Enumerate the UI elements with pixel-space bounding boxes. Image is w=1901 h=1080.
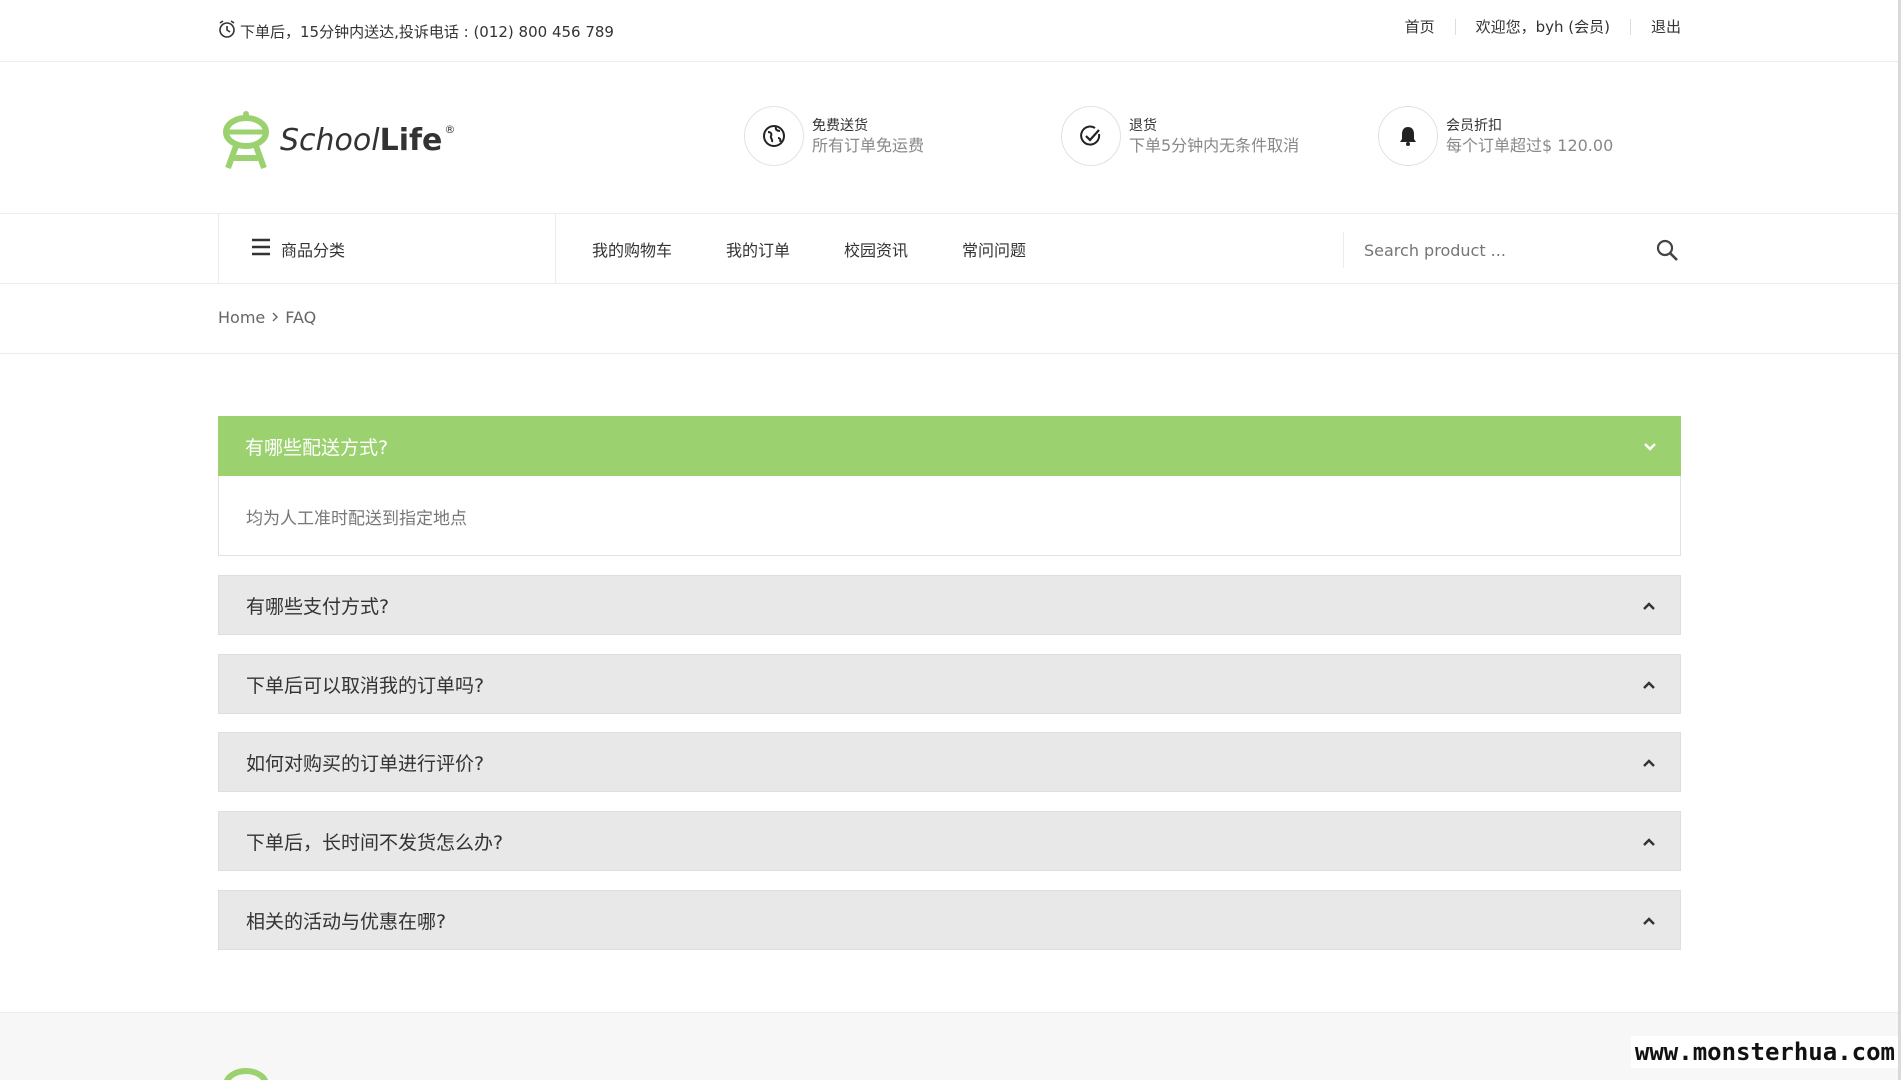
watermark: www.monsterhua.com xyxy=(1630,1036,1899,1068)
faq-question: 有哪些配送方式? xyxy=(245,436,389,459)
nav-links: 我的购物车 我的订单 校园资讯 常问问题 xyxy=(592,214,1080,284)
footer-logo-icon xyxy=(218,1065,274,1080)
chevron-up-icon xyxy=(1642,594,1656,616)
chevron-up-icon xyxy=(1642,830,1656,852)
faq-question: 相关的活动与优惠在哪? xyxy=(246,910,447,933)
faq-question-header[interactable]: 下单后，长时间不发货怎么办? xyxy=(218,811,1681,871)
chevron-up-icon xyxy=(1642,751,1656,773)
faq-item: 相关的活动与优惠在哪? xyxy=(218,890,1681,950)
feature-subtitle: 每个订单超过$ 120.00 xyxy=(1446,136,1614,155)
home-link[interactable]: 首页 xyxy=(1385,19,1456,35)
faq-item: 下单后，长时间不发货怎么办? xyxy=(218,811,1681,871)
top-links: 首页 欢迎您，byh (会员) 退出 xyxy=(1385,19,1681,35)
faq-question-header[interactable]: 下单后可以取消我的订单吗? xyxy=(218,654,1681,714)
notice-text: 下单后，15分钟内送达,投诉电话 : (012) 800 456 789 xyxy=(240,22,614,41)
nav-item-campus-news[interactable]: 校园资讯 xyxy=(844,237,908,261)
hamburger-menu-icon xyxy=(251,238,271,260)
feature-title: 免费送货 xyxy=(812,118,868,134)
faq-question: 如何对购买的订单进行评价? xyxy=(246,752,485,775)
faq-answer: 均为人工准时配送到指定地点 xyxy=(218,476,1681,556)
footer xyxy=(0,1012,1901,1080)
user-welcome-link[interactable]: 欢迎您，byh (会员) xyxy=(1456,19,1631,35)
faq-question: 下单后，长时间不发货怎么办? xyxy=(246,831,504,854)
clock-icon xyxy=(218,20,236,42)
globe-icon xyxy=(744,106,804,166)
top-notice: 下单后，15分钟内送达,投诉电话 : (012) 800 456 789 xyxy=(218,20,614,42)
chevron-down-icon xyxy=(1643,435,1657,457)
faq-question-header[interactable]: 如何对购买的订单进行评价? xyxy=(218,732,1681,792)
faq-question-header[interactable]: 相关的活动与优惠在哪? xyxy=(218,890,1681,950)
breadcrumb-home[interactable]: Home xyxy=(218,308,265,327)
feature-subtitle: 下单5分钟内无条件取消 xyxy=(1129,136,1300,155)
category-menu-button[interactable]: 商品分类 xyxy=(218,214,556,284)
logo[interactable]: SchoolLife ® xyxy=(218,106,455,174)
feature-title: 退货 xyxy=(1129,118,1157,134)
nav-item-orders[interactable]: 我的订单 xyxy=(726,237,790,261)
faq-question-header[interactable]: 有哪些支付方式? xyxy=(218,575,1681,635)
header: SchoolLife ® 免费送货 所有订单免运费 退货 下单5分钟内无条件取消 … xyxy=(0,62,1901,214)
faq-question-header[interactable]: 有哪些配送方式? xyxy=(218,416,1681,476)
breadcrumb-current: FAQ xyxy=(285,308,317,327)
chevron-up-icon xyxy=(1642,673,1656,695)
feature-subtitle: 所有订单免运费 xyxy=(812,136,925,155)
nav-item-faq[interactable]: 常问问题 xyxy=(962,237,1026,261)
faq-question: 有哪些支付方式? xyxy=(246,595,390,618)
search-icon[interactable] xyxy=(1655,238,1681,268)
logo-mascot-icon xyxy=(218,106,274,174)
main-nav: 商品分类 我的购物车 我的订单 校园资讯 常问问题 xyxy=(0,214,1901,284)
feature-returns: 退货 下单5分钟内无条件取消 xyxy=(1061,106,1299,166)
faq-item: 如何对购买的订单进行评价? xyxy=(218,732,1681,792)
feature-title: 会员折扣 xyxy=(1446,118,1502,134)
breadcrumb-bar: Home FAQ xyxy=(0,284,1901,354)
faq-question: 下单后可以取消我的订单吗? xyxy=(246,674,485,697)
check-circle-icon xyxy=(1061,106,1121,166)
search-input[interactable] xyxy=(1364,240,1624,260)
bell-icon xyxy=(1378,106,1438,166)
nav-item-cart[interactable]: 我的购物车 xyxy=(592,237,672,261)
feature-free-shipping: 免费送货 所有订单免运费 xyxy=(744,106,924,166)
breadcrumb: Home FAQ xyxy=(218,308,316,327)
faq-item: 有哪些支付方式? xyxy=(218,575,1681,635)
logout-link[interactable]: 退出 xyxy=(1631,19,1681,35)
category-label: 商品分类 xyxy=(281,241,346,260)
feature-member-discount: 会员折扣 每个订单超过$ 120.00 xyxy=(1378,106,1613,166)
search-box xyxy=(1343,232,1681,268)
chevron-up-icon xyxy=(1642,909,1656,931)
logo-text: SchoolLife ® xyxy=(280,122,456,158)
chevron-right-icon xyxy=(271,308,279,327)
top-bar: 下单后，15分钟内送达,投诉电话 : (012) 800 456 789 首页 … xyxy=(0,0,1901,62)
faq-item: 下单后可以取消我的订单吗? xyxy=(218,654,1681,714)
faq-item: 有哪些配送方式? 均为人工准时配送到指定地点 xyxy=(218,416,1681,556)
